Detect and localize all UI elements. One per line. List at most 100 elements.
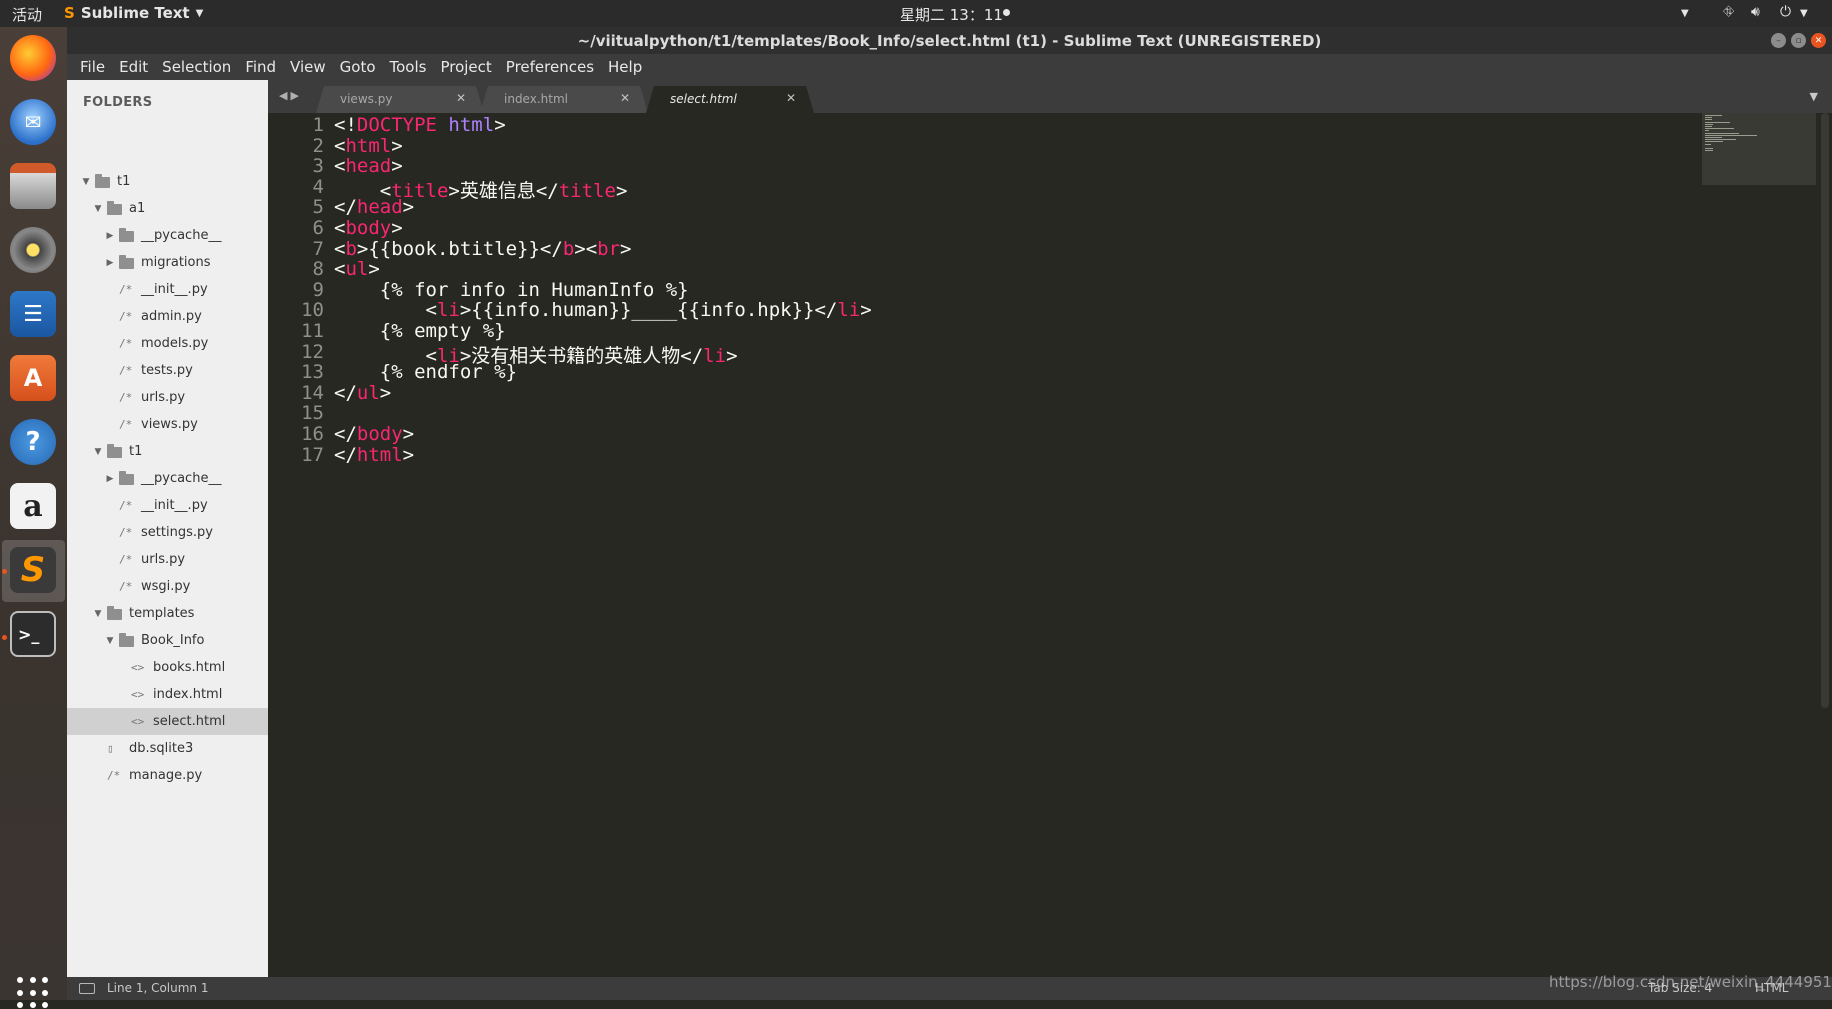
- tree-item-label: index.html: [153, 687, 223, 702]
- tree-file[interactable]: /* admin.py: [67, 303, 268, 330]
- volume-icon[interactable]: 🔊︎: [1751, 4, 1760, 20]
- tag-token: li: [703, 344, 727, 367]
- chevron-down-icon[interactable]: ▼: [105, 636, 115, 646]
- python-file-icon: /*: [119, 526, 133, 539]
- minimap-line: [1705, 130, 1710, 132]
- text-token: >: [726, 344, 738, 367]
- tree-file[interactable]: /* urls.py: [67, 384, 268, 411]
- menu-find[interactable]: Find: [238, 58, 283, 76]
- tab-nav-arrows-icon[interactable]: ◀▶: [279, 89, 302, 102]
- code-line: <head>: [334, 155, 403, 177]
- tree-folder[interactable]: ▶ migrations: [67, 249, 268, 276]
- show-applications-icon[interactable]: [17, 977, 49, 1009]
- tree-folder[interactable]: ▶ __pycache__: [67, 222, 268, 249]
- close-icon[interactable]: ✕: [620, 91, 630, 105]
- menu-goto[interactable]: Goto: [333, 58, 383, 76]
- tree-file[interactable]: <> index.html: [67, 681, 268, 708]
- tab-list-dropdown-icon[interactable]: ▼: [1810, 90, 1818, 103]
- sublime-text-icon[interactable]: S: [10, 547, 56, 593]
- thunderbird-icon[interactable]: ✉: [10, 99, 56, 145]
- chevron-down-icon[interactable]: ▼: [93, 204, 103, 214]
- tree-folder[interactable]: ▼ t1: [67, 168, 268, 195]
- menu-tools[interactable]: Tools: [383, 58, 434, 76]
- text-token: <: [334, 155, 346, 178]
- tree-file[interactable]: /* manage.py: [67, 762, 268, 789]
- menu-project[interactable]: Project: [433, 58, 498, 76]
- power-icon[interactable]: ⏻: [1780, 4, 1791, 20]
- tree-folder[interactable]: ▼ t1: [67, 438, 268, 465]
- html-file-icon: <>: [131, 715, 145, 728]
- tab-label: views.py: [340, 92, 393, 106]
- running-indicator: [2, 635, 7, 640]
- menu-edit[interactable]: Edit: [112, 58, 155, 76]
- help-icon[interactable]: ?: [10, 419, 56, 465]
- chevron-right-icon[interactable]: ▶: [105, 474, 115, 484]
- tree-file[interactable]: ▯ db.sqlite3: [67, 735, 268, 762]
- tree-file[interactable]: <> select.html: [67, 708, 268, 735]
- minimap[interactable]: [1702, 113, 1816, 185]
- tree-file[interactable]: /* urls.py: [67, 546, 268, 573]
- chevron-down-icon[interactable]: ▼: [81, 177, 91, 187]
- folder-icon: [119, 255, 134, 269]
- files-icon[interactable]: [10, 163, 56, 209]
- menu-selection[interactable]: Selection: [155, 58, 238, 76]
- menu-help[interactable]: Help: [601, 58, 649, 76]
- tree-file[interactable]: <> books.html: [67, 654, 268, 681]
- activities-button[interactable]: 活动: [12, 4, 42, 25]
- chevron-down-icon[interactable]: ▼: [93, 447, 103, 457]
- tree-file[interactable]: /* __init__.py: [67, 276, 268, 303]
- menu-preferences[interactable]: Preferences: [499, 58, 601, 76]
- writer-icon[interactable]: ☰: [10, 291, 56, 337]
- chevron-down-icon[interactable]: ▼: [93, 609, 103, 619]
- clock[interactable]: 星期二 13：11: [900, 4, 1003, 25]
- tab-views-py[interactable]: views.py ✕: [316, 86, 484, 113]
- text-token: >{{info.human}}____{{info.hpk}}</: [459, 299, 838, 322]
- text-token: <: [334, 299, 437, 322]
- chevron-right-icon[interactable]: ▶: [105, 258, 115, 268]
- tree-folder[interactable]: ▼ templates: [67, 600, 268, 627]
- amazon-icon[interactable]: a: [10, 483, 56, 529]
- menu-view[interactable]: View: [283, 58, 333, 76]
- tree-file[interactable]: /* wsgi.py: [67, 573, 268, 600]
- window-titlebar[interactable]: ~/viitualpython/t1/templates/Book_Info/s…: [67, 27, 1832, 54]
- tree-folder[interactable]: ▼ a1: [67, 195, 268, 222]
- firefox-icon[interactable]: [10, 35, 56, 81]
- tag-token: body: [356, 423, 403, 445]
- python-file-icon: /*: [107, 769, 121, 782]
- vertical-scrollbar[interactable]: [1821, 113, 1829, 708]
- folder-icon: [119, 471, 134, 485]
- software-center-icon[interactable]: A: [10, 355, 56, 401]
- code-line: <li>{{info.human}}____{{info.hpk}}</li>: [334, 299, 872, 321]
- console-toggle-icon[interactable]: [79, 983, 95, 994]
- tree-file[interactable]: /* tests.py: [67, 357, 268, 384]
- rhythmbox-icon[interactable]: [10, 227, 56, 273]
- close-button[interactable]: ✕: [1811, 33, 1826, 48]
- tree-file[interactable]: /* views.py: [67, 411, 268, 438]
- dropdown-icon[interactable]: ▼: [1681, 8, 1689, 19]
- tree-folder[interactable]: ▶ __pycache__: [67, 465, 268, 492]
- folder-icon: [107, 606, 122, 620]
- close-icon[interactable]: ✕: [456, 91, 466, 105]
- maximize-button[interactable]: ▫: [1791, 33, 1806, 48]
- terminal-icon[interactable]: >_: [10, 611, 56, 657]
- menu-file[interactable]: File: [73, 58, 112, 76]
- tree-file[interactable]: /* models.py: [67, 330, 268, 357]
- system-menu-chevron-icon[interactable]: ▼: [1800, 8, 1808, 19]
- line-number: 7: [312, 237, 324, 260]
- tree-file[interactable]: /* __init__.py: [67, 492, 268, 519]
- python-file-icon: /*: [119, 310, 133, 323]
- code-editor[interactable]: 1 2 3 4 5 6 7 8 9 10 11 12 13 14 15 16 17 <!DOCTYPE html…: [268, 113, 1832, 977]
- tree-file[interactable]: /* settings.py: [67, 519, 268, 546]
- tab-index-html[interactable]: index.html ✕: [480, 86, 648, 113]
- text-token: </: [334, 423, 357, 445]
- app-menu[interactable]: S Sublime Text ▼: [64, 4, 203, 22]
- cursor-position: Line 1, Column 1: [107, 981, 209, 995]
- tab-select-html[interactable]: select.html ✕: [646, 86, 814, 113]
- chevron-right-icon[interactable]: ▶: [105, 231, 115, 241]
- minimize-button[interactable]: –: [1771, 33, 1786, 48]
- close-icon[interactable]: ✕: [786, 91, 796, 105]
- tag-token: title: [558, 179, 616, 202]
- network-icon[interactable]: ⛗: [1723, 4, 1734, 20]
- folder-icon: [107, 444, 122, 458]
- tree-folder[interactable]: ▼ Book_Info: [67, 627, 268, 654]
